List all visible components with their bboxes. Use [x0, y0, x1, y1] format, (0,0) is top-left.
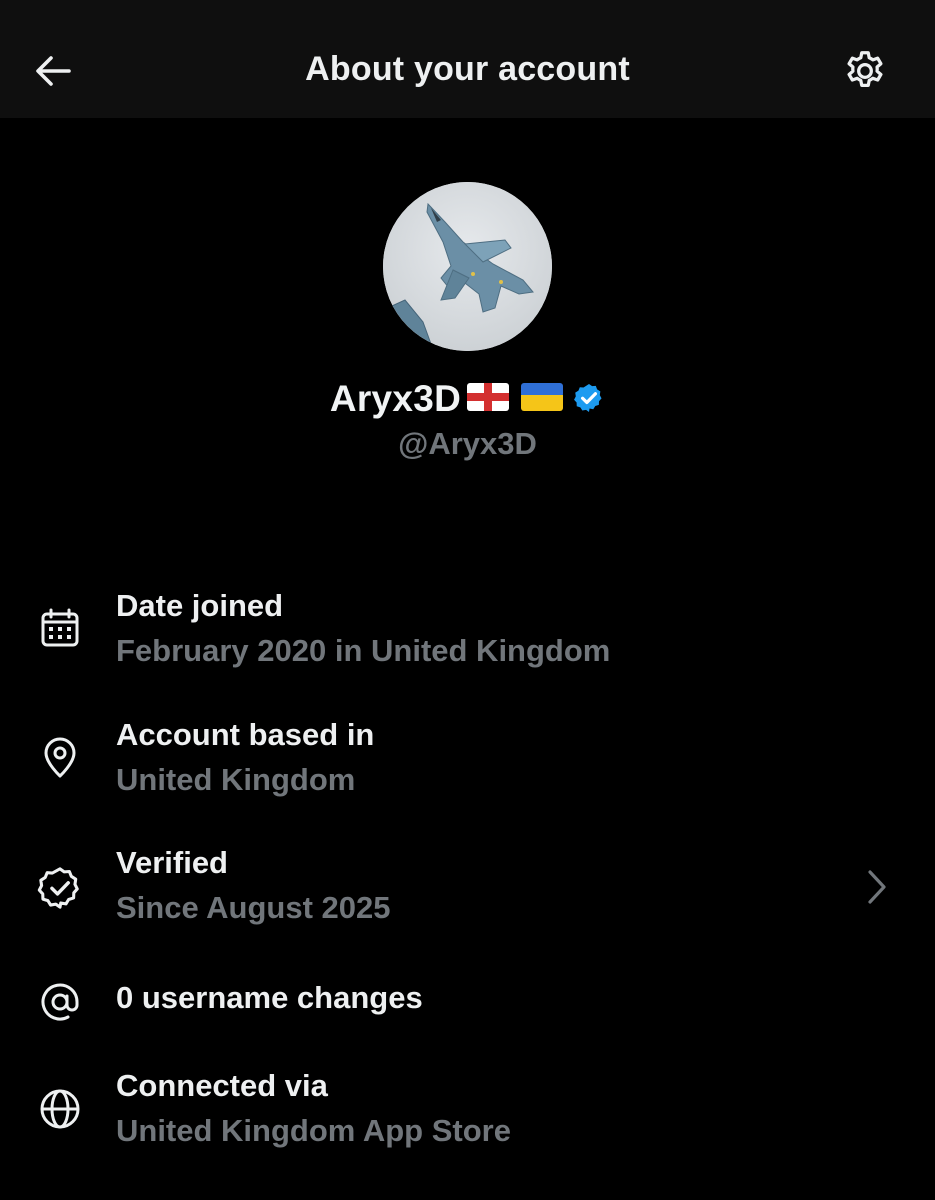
account-based-in-value: United Kingdom	[116, 762, 356, 797]
verified-label: Verified	[116, 845, 228, 880]
verified-badge-icon[interactable]	[573, 382, 605, 419]
settings-button[interactable]	[838, 44, 892, 98]
display-name-row: Aryx3D	[0, 378, 935, 420]
fighter-jet-avatar	[383, 182, 552, 351]
date-joined-value: February 2020 in United Kingdom	[116, 633, 611, 668]
about-account-page: About your account Aryx3D @Aryx3D Date j…	[0, 0, 935, 1200]
at-sign-icon	[34, 976, 86, 1028]
top-app-bar: About your account	[0, 0, 935, 118]
display-name: Aryx3D	[329, 378, 462, 419]
info-date-joined: Date joined February 2020 in United King…	[0, 585, 935, 675]
england-flag-icon	[467, 382, 510, 416]
verified-value: Since August 2025	[116, 890, 391, 925]
globe-icon	[34, 1083, 86, 1135]
verified-check-icon	[34, 862, 86, 914]
username-handle: @Aryx3D	[398, 426, 537, 461]
location-pin-icon	[34, 732, 86, 784]
connected-via-value: United Kingdom App Store	[116, 1113, 511, 1148]
connected-via-label: Connected via	[116, 1068, 328, 1103]
page-title: About your account	[305, 50, 630, 88]
ukraine-flag-icon	[521, 382, 564, 416]
info-connected-via: Connected via United Kingdom App Store	[0, 1065, 935, 1155]
username-changes-label: 0 username changes	[116, 980, 423, 1015]
calendar-icon	[34, 603, 86, 655]
info-account-based-in: Account based in United Kingdom	[0, 714, 935, 804]
avatar[interactable]	[383, 182, 552, 351]
info-username-changes: 0 username changes	[0, 976, 935, 1026]
gear-icon	[847, 51, 883, 88]
date-joined-label: Date joined	[116, 588, 284, 623]
info-verified[interactable]: Verified Since August 2025	[0, 842, 935, 932]
chevron-right-icon[interactable]	[858, 865, 894, 909]
account-based-in-label: Account based in	[116, 717, 375, 752]
